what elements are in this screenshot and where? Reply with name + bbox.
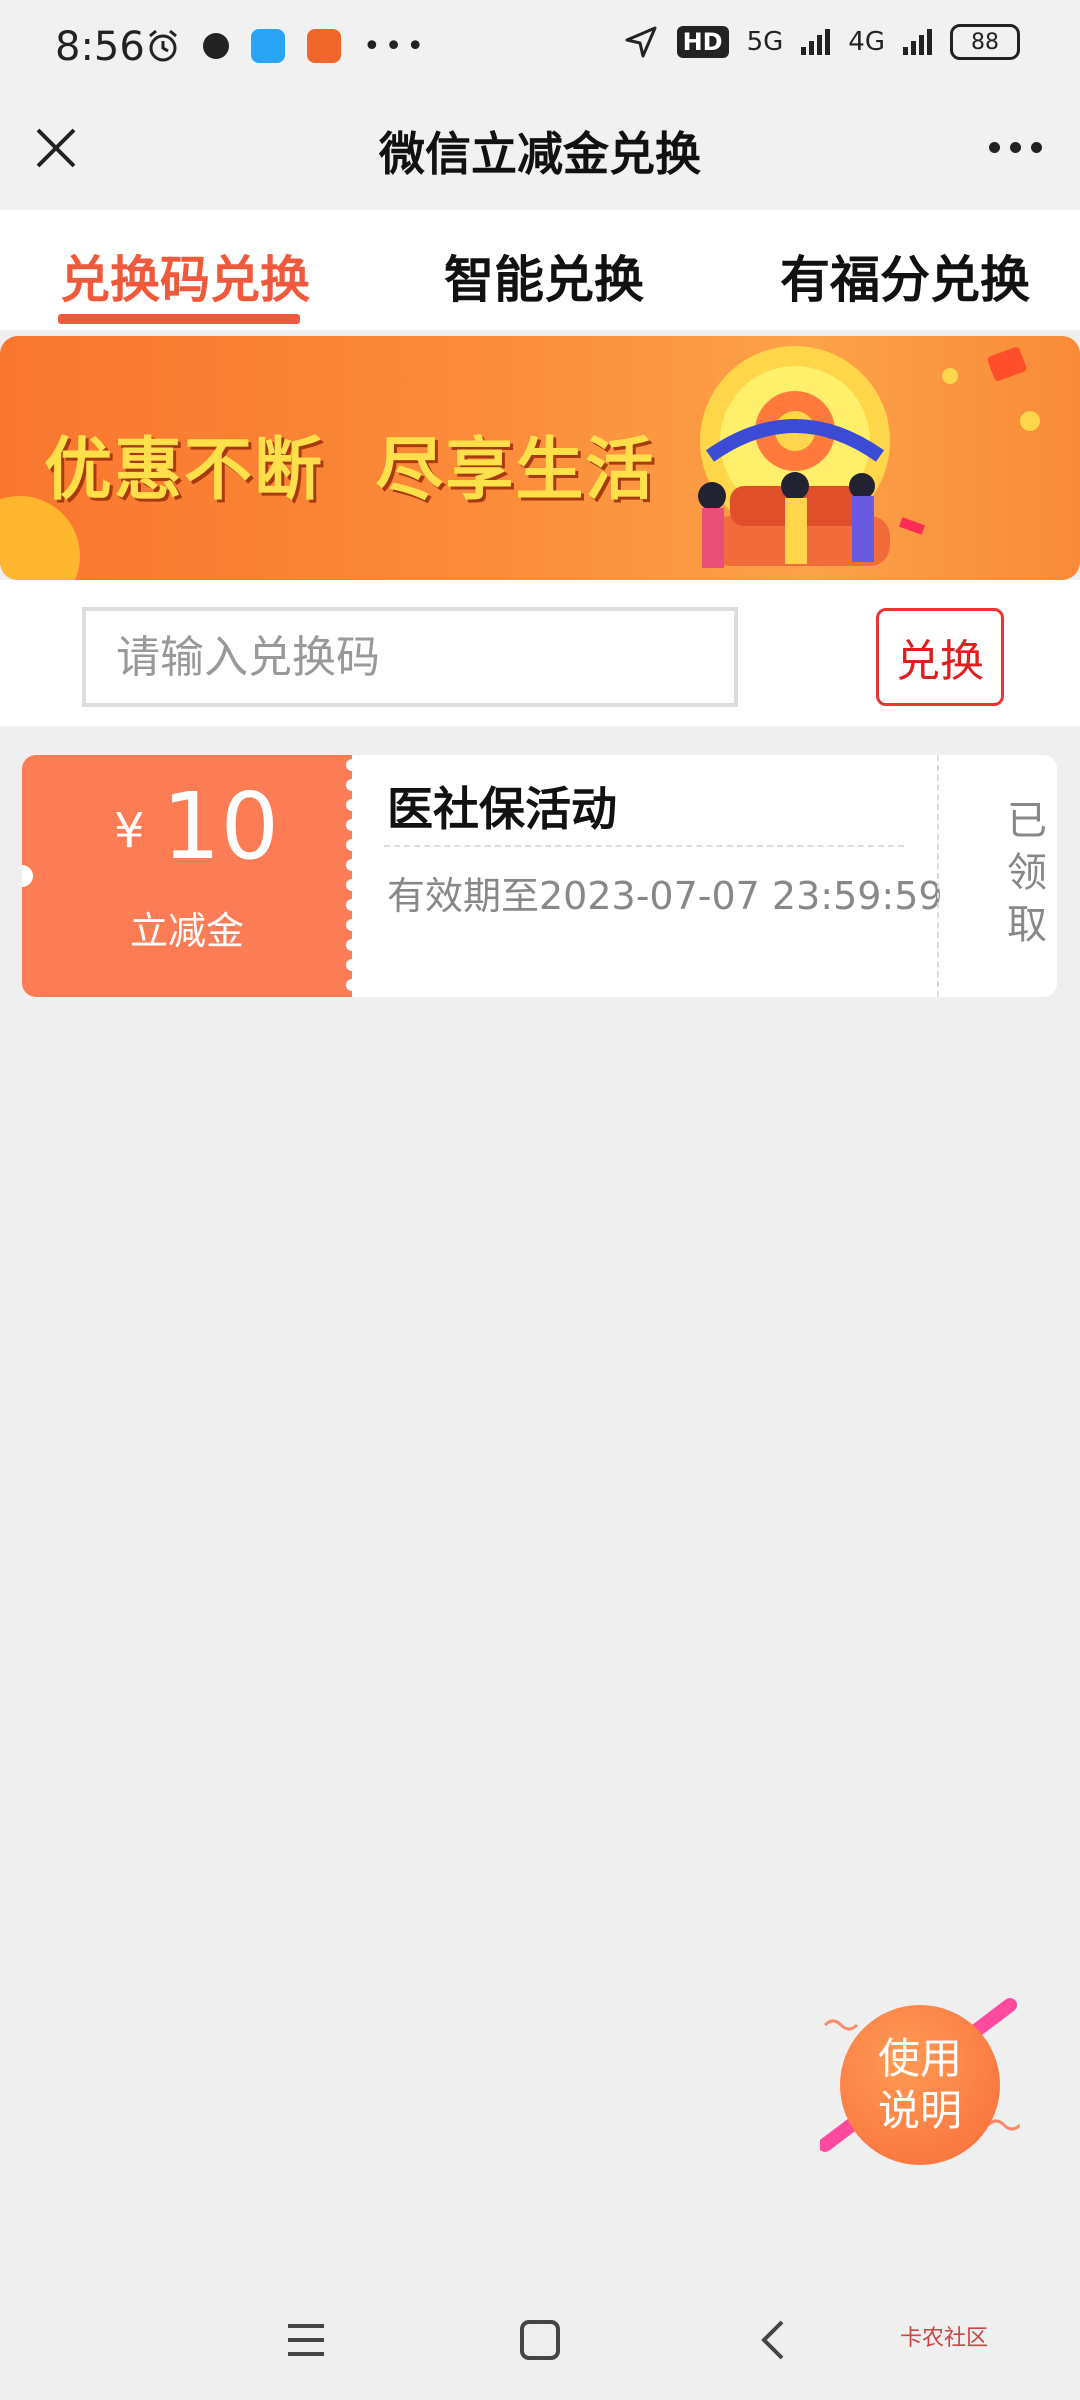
banner-text: 优惠不断 尽享生活	[44, 431, 656, 510]
coupon-status: 已领取	[1007, 798, 1047, 948]
redeem-button[interactable]: 兑换	[876, 608, 1004, 706]
celebration-illustration	[698, 346, 1040, 568]
page-title: 微信立减金兑换	[379, 127, 701, 181]
watermark-text: 卡农社区	[900, 2326, 989, 2351]
home-button[interactable]	[510, 2310, 570, 2370]
tab-points-redeem[interactable]: 有福分兑换	[780, 240, 1030, 312]
alarm-icon	[149, 29, 177, 62]
status-bar: 8:56 ••• HD 5G 4G 88	[0, 0, 1080, 100]
status-left-icons: •••	[145, 28, 428, 64]
more-notifications-icon: •••	[363, 28, 429, 64]
network-4g-label: 4G	[848, 27, 885, 57]
location-arrow-icon	[625, 26, 657, 58]
more-dot-icon	[988, 141, 1000, 153]
help-label-line2: 说明	[877, 2086, 962, 2135]
coupon-type: 立减金	[129, 909, 244, 953]
more-dot-icon	[1030, 141, 1042, 153]
more-dot-icon	[1009, 141, 1021, 153]
tab-bar: 兑换码兑换 智能兑换 有福分兑换	[0, 210, 1080, 330]
system-nav-bar: 卡农社区	[0, 2270, 1080, 2400]
tab-smart-redeem[interactable]: 智能兑换	[444, 240, 644, 312]
coupon-currency: ¥	[114, 803, 145, 859]
signal-icon	[903, 29, 932, 55]
coupon-value-panel: ¥ 10 立减金	[22, 755, 352, 997]
hd-icon: HD	[676, 26, 729, 58]
app-notification-icon	[251, 29, 285, 63]
battery-icon: 88	[950, 24, 1020, 60]
promo-banner[interactable]: 优惠不断 尽享生活	[0, 336, 1080, 580]
back-icon	[761, 2320, 784, 2360]
menu-button[interactable]	[276, 2310, 336, 2370]
title-bar: 微信立减金兑换	[0, 100, 1080, 210]
menu-icon	[288, 2324, 324, 2356]
redeem-code-input[interactable]	[82, 607, 738, 707]
network-5g-label: 5G	[746, 27, 784, 57]
more-options-button[interactable]	[980, 122, 1050, 172]
coupon-vertical-divider	[937, 755, 939, 997]
back-button[interactable]	[744, 2310, 804, 2370]
status-time: 8:56	[55, 24, 145, 70]
coupon-divider	[384, 845, 904, 847]
active-tab-indicator	[58, 314, 300, 324]
coupon-expiry: 有效期至2023-07-07 23:59:59	[387, 874, 943, 918]
app-notification-icon	[203, 33, 229, 59]
coupon-amount: 10	[162, 773, 280, 880]
app-notification-icon	[307, 29, 341, 63]
signal-icon	[801, 29, 831, 55]
redeem-row: 兑换	[0, 580, 1080, 726]
help-label-line1: 使用	[877, 2034, 962, 2083]
coupon-title: 医社保活动	[387, 782, 617, 836]
coupon-perforation	[346, 759, 358, 991]
coupon-card[interactable]: ¥ 10 立减金 医社保活动 有效期至2023-07-07 23:59:59 已…	[22, 755, 1057, 997]
usage-instructions-button[interactable]: 使用 说明	[820, 1995, 1020, 2175]
tab-code-redeem[interactable]: 兑换码兑换	[60, 240, 310, 312]
status-right-icons: HD 5G 4G 88	[623, 24, 1020, 60]
home-icon	[520, 2320, 560, 2360]
coupon-notch	[22, 865, 33, 887]
battery-level: 88	[971, 29, 999, 55]
help-circle: 使用 说明	[840, 2005, 1000, 2165]
